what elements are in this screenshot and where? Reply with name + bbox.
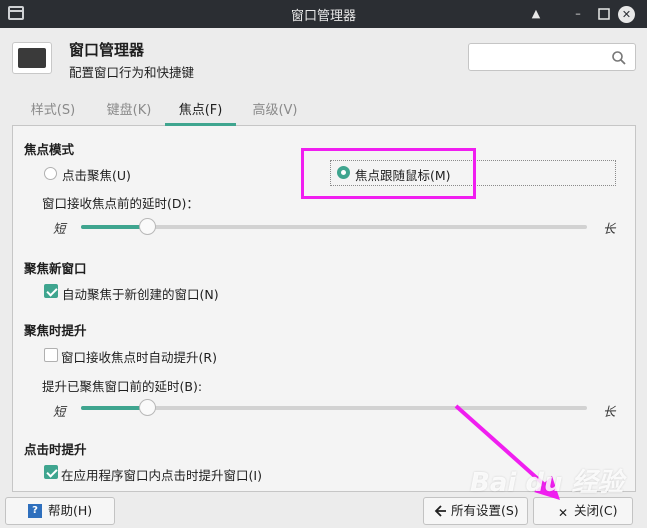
all-settings-button[interactable]: 所有设置(S) [423, 497, 528, 525]
raise-on-click-checkbox[interactable] [44, 465, 58, 479]
auto-raise-label[interactable]: 窗口接收焦点时自动提升(R) [61, 347, 217, 366]
tab-style[interactable]: 样式(S) [20, 97, 86, 125]
raise-delay-min-label: 短 [53, 404, 66, 419]
auto-raise-checkbox[interactable] [44, 348, 58, 362]
raise-delay-slider-fill [81, 406, 147, 410]
help-icon: ? [28, 504, 42, 518]
tab-keyboard[interactable]: 键盘(K) [94, 97, 164, 125]
page-title: 窗口管理器 [69, 41, 145, 59]
focus-mode-heading: 焦点模式 [24, 142, 75, 157]
baidu-watermark: Bai du 经验 [470, 468, 624, 498]
maximize-icon[interactable] [595, 5, 613, 23]
minimize-icon[interactable]: – [569, 5, 587, 23]
raise-on-click-heading: 点击时提升 [24, 442, 87, 457]
window-manager-dialog: 窗口管理器 ▲ – ✕ 窗口管理器 配置窗口行为和快捷键 样式(S) 键盘(K)… [0, 0, 647, 528]
close-button[interactable]: ✕ 关闭(C) [533, 497, 633, 525]
raise-delay-slider[interactable] [81, 399, 587, 416]
tab-bar: 样式(S) 键盘(K) 焦点(F) 高级(V) [12, 97, 636, 126]
close-window-icon[interactable]: ✕ [618, 6, 635, 23]
raise-on-focus-heading: 聚焦时提升 [24, 323, 87, 338]
auto-focus-new-window-checkbox[interactable] [44, 284, 58, 298]
all-settings-button-label: 所有设置(S) [451, 503, 519, 518]
window-title: 窗口管理器 [290, 9, 356, 24]
back-arrow-icon [434, 502, 448, 528]
new-window-focus-heading: 聚焦新窗口 [24, 261, 87, 276]
raise-on-click-label[interactable]: 在应用程序窗口内点击时提升窗口(I) [61, 465, 262, 484]
focus-delay-slider-fill [81, 225, 147, 229]
page-subtitle: 配置窗口行为和快捷键 [69, 65, 195, 80]
search-icon [612, 51, 626, 65]
focus-delay-label: 窗口接收焦点前的延时(D)： [42, 196, 199, 211]
titlebar[interactable]: 窗口管理器 ▲ – ✕ [0, 0, 647, 28]
help-button-label: 帮助(H) [48, 503, 93, 518]
raise-delay-label: 提升已聚焦窗口前的延时(B): [42, 379, 203, 394]
raise-delay-slider-handle[interactable] [139, 399, 156, 416]
search-input[interactable] [468, 43, 636, 71]
auto-focus-new-window-label[interactable]: 自动聚焦于新创建的窗口(N) [62, 284, 219, 303]
help-button[interactable]: ? 帮助(H) [5, 497, 115, 525]
click-to-focus-radio[interactable] [44, 167, 57, 180]
focus-delay-max-label: 长 [603, 221, 616, 236]
tab-focus[interactable]: 焦点(F) [165, 97, 236, 126]
annotation-highlight-box [301, 148, 476, 199]
focus-delay-slider[interactable] [81, 218, 587, 235]
window-manager-icon [12, 42, 52, 74]
click-to-focus-label[interactable]: 点击聚焦(U) [62, 165, 131, 184]
focus-delay-slider-handle[interactable] [139, 218, 156, 235]
close-icon: ✕ [558, 506, 569, 520]
focus-delay-min-label: 短 [53, 221, 66, 236]
raise-delay-max-label: 长 [603, 404, 616, 419]
close-button-label: 关闭(C) [574, 503, 618, 518]
tab-advanced[interactable]: 高级(V) [240, 97, 310, 125]
shade-icon[interactable]: ▲ [527, 5, 545, 23]
